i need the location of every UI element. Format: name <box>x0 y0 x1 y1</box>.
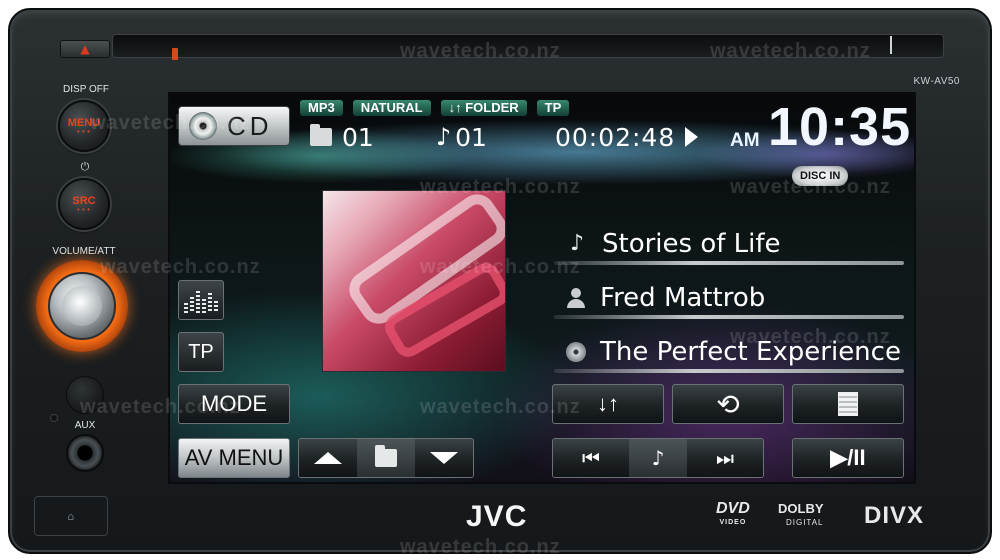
slot-tick <box>890 36 892 54</box>
volume-knob-cap <box>62 286 102 326</box>
random-icon: ↓↑ <box>597 391 619 416</box>
mode-button-label: MODE <box>201 391 267 416</box>
tp-button-label: TP <box>188 340 214 363</box>
random-button[interactable]: ↓↑ <box>552 384 664 424</box>
tag-natural: NATURAL <box>352 100 431 116</box>
up-arrow-icon <box>314 452 342 464</box>
disc-icon <box>189 112 217 140</box>
track-navigator: ⏮ ♪ ⏭ <box>552 438 764 478</box>
album-art <box>322 190 506 372</box>
menu-dots: ••• <box>76 127 92 136</box>
eject-icon: ▲ <box>80 42 90 56</box>
folder-list-icon <box>375 445 397 467</box>
dolby-logo-sub: DIGITAL <box>785 518 824 527</box>
play-status-icon <box>685 127 699 147</box>
aux-label: AUX <box>74 420 96 431</box>
src-dots: ••• <box>76 205 92 214</box>
music-note-icon: ♪ <box>569 231 585 256</box>
source-button[interactable]: CD <box>178 106 290 146</box>
disc-slot <box>112 34 944 58</box>
tag-folder: ↓↑ FOLDER <box>440 100 527 116</box>
down-arrow-icon <box>430 452 458 464</box>
previous-track-icon: ⏮ <box>582 446 600 470</box>
equalizer-icon <box>184 287 218 313</box>
playback-status: 01 ♪ 01 00:02:48 <box>310 120 699 154</box>
disc-in-badge: DISC IN <box>792 166 849 186</box>
power-icon: ⏻ <box>80 160 90 173</box>
next-track-button[interactable]: ⏭ <box>687 439 763 477</box>
elapsed-time: 00:02:48 <box>554 122 676 152</box>
play-pause-button[interactable]: ▶/II <box>792 438 904 478</box>
artist-row: Fred Mattrob <box>554 280 904 319</box>
divx-logo: DIVX <box>864 502 925 529</box>
tag-mp3: MP3 <box>300 100 343 116</box>
album-name: The Perfect Experience <box>600 336 901 367</box>
tag-tp: TP <box>536 100 570 116</box>
av-menu-button[interactable]: AV MENU <box>178 438 290 478</box>
track-number: 01 <box>455 122 487 152</box>
mode-button[interactable]: MODE <box>178 384 290 424</box>
menu-button-label: MENU <box>67 116 101 129</box>
folder-list-button[interactable] <box>357 439 415 477</box>
av-menu-button-label: AV MENU <box>184 445 284 470</box>
folder-up-button[interactable] <box>299 439 357 477</box>
previous-track-button[interactable]: ⏮ <box>553 439 629 477</box>
note-icon: ♪ <box>435 123 452 151</box>
list-icon <box>838 392 858 416</box>
artist-name: Fred Mattrob <box>600 282 766 313</box>
brand-logo: JVC <box>466 500 528 533</box>
album-row: The Perfect Experience <box>554 334 904 373</box>
blank-hard-button[interactable] <box>66 376 104 414</box>
eject-button[interactable]: ▲ <box>60 40 110 58</box>
src-button-label: SRC <box>72 194 96 207</box>
track-title: Stories of Life <box>602 228 781 259</box>
clock-ampm: AM <box>730 130 760 151</box>
equalizer-button[interactable] <box>178 280 224 320</box>
album-disc-icon <box>566 341 586 362</box>
next-track-icon: ⏭ <box>716 446 734 470</box>
dolby-digital-logo: DOLBY DIGITAL <box>778 502 824 530</box>
track-title-row: ♪ Stories of Life <box>554 226 904 265</box>
aux-jack[interactable] <box>66 434 104 472</box>
dolby-logo-text: DOLBY <box>778 501 824 516</box>
list-button[interactable] <box>792 384 904 424</box>
artist-icon <box>566 287 586 308</box>
volume-att-label: VOLUME/ATT <box>52 246 116 257</box>
play-pause-icon: ▶/II <box>830 445 866 470</box>
touch-screen: MP3 NATURAL ↓↑ FOLDER TP CD 01 ♪ 01 00:0… <box>168 92 916 484</box>
music-note-list-icon: ♪ <box>651 446 665 470</box>
panel-release-flap[interactable]: ⌂ <box>34 496 108 536</box>
tp-button[interactable]: TP <box>178 332 224 372</box>
disp-off-label: DISP OFF <box>63 84 109 95</box>
dvd-logo-sub: VIDEO <box>719 519 747 526</box>
repeat-icon: ⟲ <box>716 388 740 420</box>
status-tags: MP3 NATURAL ↓↑ FOLDER TP <box>300 100 600 116</box>
menu-button[interactable]: MENU ••• <box>58 100 110 152</box>
dvd-video-logo: DVD VIDEO <box>716 500 750 530</box>
model-label: KW-AV50 <box>913 76 960 87</box>
dvd-logo-text: DVD <box>716 500 750 517</box>
slot-indicator <box>172 48 178 60</box>
folder-down-button[interactable] <box>415 439 473 477</box>
track-list-button[interactable]: ♪ <box>629 439 687 477</box>
repeat-button[interactable]: ⟲ <box>672 384 784 424</box>
folder-navigator <box>298 438 474 478</box>
clock-time: 10:35 <box>768 97 912 157</box>
folder-icon <box>310 124 332 146</box>
source-label: CD <box>227 110 273 141</box>
src-button[interactable]: SRC ••• <box>58 178 110 230</box>
release-icon: ⌂ <box>67 509 75 523</box>
folder-number: 01 <box>342 122 374 152</box>
